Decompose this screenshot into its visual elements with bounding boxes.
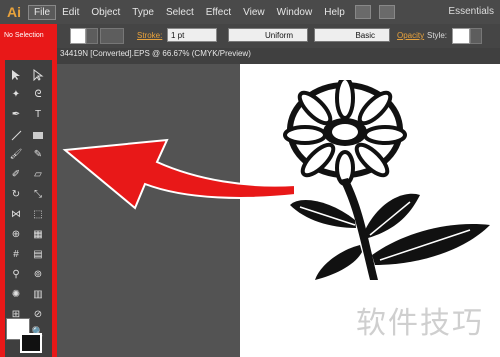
menu-effect[interactable]: Effect (200, 7, 237, 18)
blend-tool-icon[interactable]: ⊚ (31, 268, 45, 281)
style-label: Style: (427, 31, 448, 40)
pencil-tool-icon[interactable]: ✎ (31, 148, 45, 161)
blob-brush-tool-icon[interactable]: ✐ (9, 168, 23, 181)
symbol-sprayer-tool-icon[interactable]: ✺ (9, 288, 23, 301)
menu-file[interactable]: File (28, 4, 57, 20)
selection-status: No Selection (4, 32, 44, 39)
lasso-tool-icon[interactable]: ᘓ (31, 88, 45, 101)
app-logo: Ai (7, 4, 21, 20)
perspective-grid-tool-icon[interactable]: ▦ (31, 228, 45, 241)
graphic-style-swatch[interactable] (452, 28, 470, 44)
line-tool-icon[interactable] (9, 128, 23, 141)
menu-select[interactable]: Select (160, 7, 200, 18)
variable-width-profile[interactable]: Uniform (228, 28, 308, 42)
scale-tool-icon[interactable]: ⤡ (31, 188, 45, 201)
rotate-tool-icon[interactable]: ↻ (9, 188, 23, 201)
menu-view[interactable]: View (237, 7, 271, 18)
bridge-icon[interactable] (354, 5, 371, 19)
menu-bar: Ai File Edit Object Type Select Effect V… (0, 0, 500, 25)
gradient-tool-icon[interactable]: ▤ (31, 248, 45, 261)
slice-tool-icon[interactable]: ⊘ (31, 308, 45, 321)
magic-wand-tool-icon[interactable]: ✦ (9, 88, 23, 101)
flower-illustration (283, 80, 490, 280)
fill-swatch[interactable] (70, 28, 86, 44)
arrange-documents-icon[interactable] (378, 5, 395, 19)
fill-dropdown[interactable] (86, 28, 98, 44)
menu-object[interactable]: Object (85, 7, 126, 18)
column-graph-tool-icon[interactable]: ▥ (31, 288, 45, 301)
workspace-switcher[interactable]: Essentials (448, 6, 494, 17)
shape-builder-tool-icon[interactable]: ⊕ (9, 228, 23, 241)
menu-window[interactable]: Window (271, 7, 319, 18)
stroke-label[interactable]: Stroke: (137, 31, 162, 40)
direct-selection-tool-icon[interactable] (31, 68, 45, 81)
menu-type[interactable]: Type (126, 7, 160, 18)
pen-tool-icon[interactable]: ✒ (9, 108, 23, 121)
eraser-tool-icon[interactable]: ▱ (31, 168, 45, 181)
rectangle-tool-icon[interactable] (31, 128, 45, 141)
paintbrush-tool-icon[interactable]: 🖌 (9, 148, 23, 161)
stroke-color-box[interactable] (20, 333, 42, 353)
menu-help[interactable]: Help (318, 7, 351, 18)
watermark: 软件技巧 (356, 306, 484, 341)
document-tab[interactable]: 34419N [Converted].EPS @ 66.67% (CMYK/Pr… (60, 49, 251, 58)
stroke-swatch[interactable] (100, 28, 124, 44)
eyedropper-tool-icon[interactable]: ⚲ (9, 268, 23, 281)
menu-edit[interactable]: Edit (56, 7, 85, 18)
mesh-tool-icon[interactable]: # (9, 248, 23, 261)
free-transform-tool-icon[interactable]: ⬚ (31, 208, 45, 221)
style-dropdown[interactable] (470, 28, 482, 44)
type-tool-icon[interactable]: T (31, 108, 45, 121)
opacity-label[interactable]: Opacity (397, 31, 424, 40)
tools-panel: ✦ ᘓ ✒ T 🖌 ✎ ✐ ▱ ↻ ⤡ ⋈ ⬚ ⊕ ▦ # ▤ ⚲ ⊚ ✺ ▥ … (5, 60, 52, 357)
width-tool-icon[interactable]: ⋈ (9, 208, 23, 221)
stroke-weight-field[interactable]: 1 pt (167, 28, 217, 42)
brush-definition[interactable]: Basic (314, 28, 390, 42)
selection-tool-icon[interactable] (9, 68, 23, 81)
